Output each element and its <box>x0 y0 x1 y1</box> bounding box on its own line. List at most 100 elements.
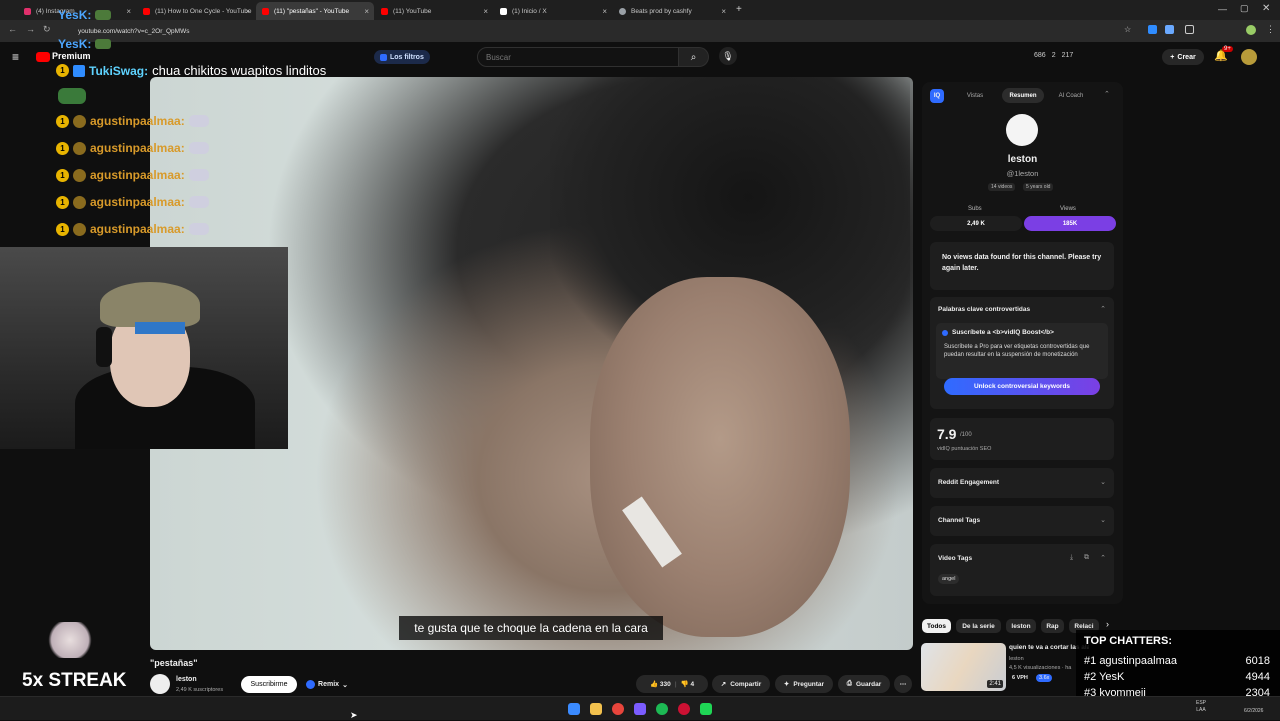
premium-label[interactable]: Premium <box>52 51 91 61</box>
keyboard-layout: LAA <box>1196 707 1206 713</box>
close-icon[interactable]: × <box>245 7 250 16</box>
extension-icon[interactable] <box>1185 25 1194 34</box>
tab-views[interactable]: Vistas <box>952 88 998 103</box>
channel-name[interactable]: leston <box>176 676 197 683</box>
chevron-down-icon: ⌄ <box>1100 517 1106 524</box>
filters-button[interactable]: Los filtros <box>374 50 430 64</box>
discord-icon[interactable] <box>634 703 646 715</box>
chat-username: YesK: <box>58 8 92 22</box>
recommended-video-thumbnail[interactable]: 2:41 <box>921 643 1006 691</box>
language-indicator[interactable]: ESP LAA <box>1196 700 1206 714</box>
search-placeholder: Buscar <box>486 52 511 62</box>
profile-avatar[interactable] <box>1246 25 1256 35</box>
vidiq-stats: 686 2 217 <box>1034 52 1073 59</box>
subscribe-button[interactable]: Suscribirme <box>241 676 297 693</box>
tab-label: (11) How to One Cycle - YouTube <box>155 7 252 15</box>
save-button[interactable]: ⎙ Guardar <box>838 675 890 693</box>
stat-value: 217 <box>1061 52 1074 59</box>
keywords-title: Palabras clave controvertidas <box>938 306 1031 313</box>
chevron-down-icon: ⌄ <box>1100 479 1106 486</box>
tab-beats[interactable]: Beats prod by cashfy × <box>613 2 731 20</box>
chevron-up-icon[interactable]: ⌃ <box>1104 90 1110 98</box>
emote-icon <box>58 88 86 104</box>
close-icon[interactable]: × <box>602 7 607 16</box>
boost-title: Suscríbete a <b>vidIQ Boost</b> <box>952 329 1054 336</box>
url-field[interactable]: youtube.com/watch?v=c_2Or_QpMWs <box>58 23 1098 39</box>
tab-x-home[interactable]: (1) Inicio / X × <box>494 2 612 20</box>
chip-rap[interactable]: Rap <box>1041 619 1064 633</box>
search-input[interactable]: Buscar <box>477 47 679 67</box>
youtube-icon <box>262 7 269 15</box>
channel-avatar[interactable] <box>150 674 170 694</box>
close-icon[interactable]: × <box>126 7 131 16</box>
tab-label: Beats prod by cashfy <box>631 7 692 15</box>
chat-username: agustinpaalmaa: <box>90 195 185 209</box>
vph-badge: 6 VPH <box>1012 675 1028 681</box>
x-icon <box>500 7 507 15</box>
extension-icon[interactable] <box>1165 25 1174 34</box>
app-icon[interactable] <box>700 703 712 715</box>
more-actions-button[interactable]: ⋯ <box>894 675 912 693</box>
browser-address-bar: ← → ↻ youtube.com/watch?v=c_2Or_QpMWs ☆ … <box>0 20 1280 42</box>
windows-start-icon[interactable] <box>568 703 580 715</box>
file-explorer-icon[interactable] <box>590 703 602 715</box>
chevron-up-icon[interactable]: ⌃ <box>1100 554 1106 562</box>
video-tags-card: Video Tags ⤓ ⧉ ⌃ angel <box>930 544 1114 596</box>
create-button[interactable]: + Crear <box>1162 49 1204 65</box>
hamburger-menu-icon[interactable]: ≡ <box>12 50 19 64</box>
chrome-icon[interactable] <box>612 703 624 715</box>
copy-icon[interactable]: ⧉ <box>1084 554 1089 562</box>
search-button[interactable]: ⌕ <box>679 47 709 67</box>
tab-youtube-one-cycle[interactable]: (11) How to One Cycle - YouTube × <box>137 2 255 20</box>
extension-icon[interactable] <box>1148 25 1157 34</box>
chevron-up-icon[interactable]: ⌃ <box>1100 305 1106 313</box>
windows-taskbar: ESP LAA 6/2/2026 <box>0 696 1280 720</box>
ask-button[interactable]: ✦ Preguntar <box>775 675 833 693</box>
menu-dots-icon[interactable]: ⋮ <box>1266 24 1275 35</box>
reload-icon[interactable]: ↻ <box>43 24 51 35</box>
remix-button[interactable]: Remix ⌄ <box>302 676 352 693</box>
download-icon[interactable]: ⤓ <box>1070 554 1073 562</box>
youtube-logo-icon[interactable] <box>36 52 50 62</box>
browser-tab-strip: (4) Instagram × (11) How to One Cycle - Y… <box>0 0 1280 20</box>
unlock-keywords-button[interactable]: Unlock controversial keywords <box>944 378 1100 395</box>
share-button[interactable]: ↗ Compartir <box>712 675 770 693</box>
bookmark-star-icon[interactable]: ☆ <box>1124 25 1131 34</box>
dislike-button[interactable]: 👎 4 <box>681 680 695 688</box>
close-icon[interactable]: × <box>721 7 726 16</box>
voice-search-button[interactable]: 🎙 <box>719 47 737 65</box>
forward-icon[interactable]: → <box>26 24 35 34</box>
recommended-video-channel: leston <box>1009 656 1024 662</box>
close-icon[interactable]: × <box>364 7 369 16</box>
video-tag-chip[interactable]: angel <box>938 574 960 584</box>
emote-icon <box>188 115 209 127</box>
chip-series[interactable]: De la serie <box>956 619 1001 633</box>
channel-tags-card[interactable]: Channel Tags ⌄ <box>930 506 1114 536</box>
chip-channel[interactable]: leston <box>1006 619 1036 633</box>
search-icon: ⌕ <box>690 51 697 63</box>
chat-message: chua chikitos wuapitos linditos <box>152 63 327 78</box>
maximize-icon[interactable]: ▢ <box>1240 3 1249 14</box>
like-button[interactable]: 👍 330 <box>650 680 671 688</box>
bookmark-icon: ⎙ <box>846 680 852 687</box>
chevron-right-icon[interactable]: › <box>1106 619 1109 629</box>
notification-count-badge: 9+ <box>1222 46 1233 52</box>
tab-youtube-home[interactable]: (11) YouTube × <box>375 2 493 20</box>
app-icon[interactable] <box>678 703 690 715</box>
chat-username: agustinpaalmaa: <box>90 168 185 182</box>
reddit-engagement-card[interactable]: Reddit Engagement ⌄ <box>930 468 1114 498</box>
back-icon[interactable]: ← <box>8 24 17 34</box>
chip-all[interactable]: Todos <box>922 619 951 633</box>
close-icon[interactable]: × <box>483 7 488 16</box>
tab-ai-coach[interactable]: AI Coach <box>1048 88 1094 103</box>
chat-line: YesK: <box>58 8 112 22</box>
emote-icon <box>188 169 209 181</box>
minimize-icon[interactable]: — <box>1218 4 1227 14</box>
sub-badge-icon: 1 <box>56 141 69 155</box>
tab-youtube-pestanas[interactable]: (11) "pestañas" - YouTube × <box>256 2 374 20</box>
close-window-icon[interactable]: ✕ <box>1262 3 1270 14</box>
new-tab-icon[interactable]: + <box>736 4 742 15</box>
account-avatar[interactable] <box>1241 49 1257 65</box>
tab-summary[interactable]: Resumen <box>1002 88 1044 103</box>
spotify-icon[interactable] <box>656 703 668 715</box>
